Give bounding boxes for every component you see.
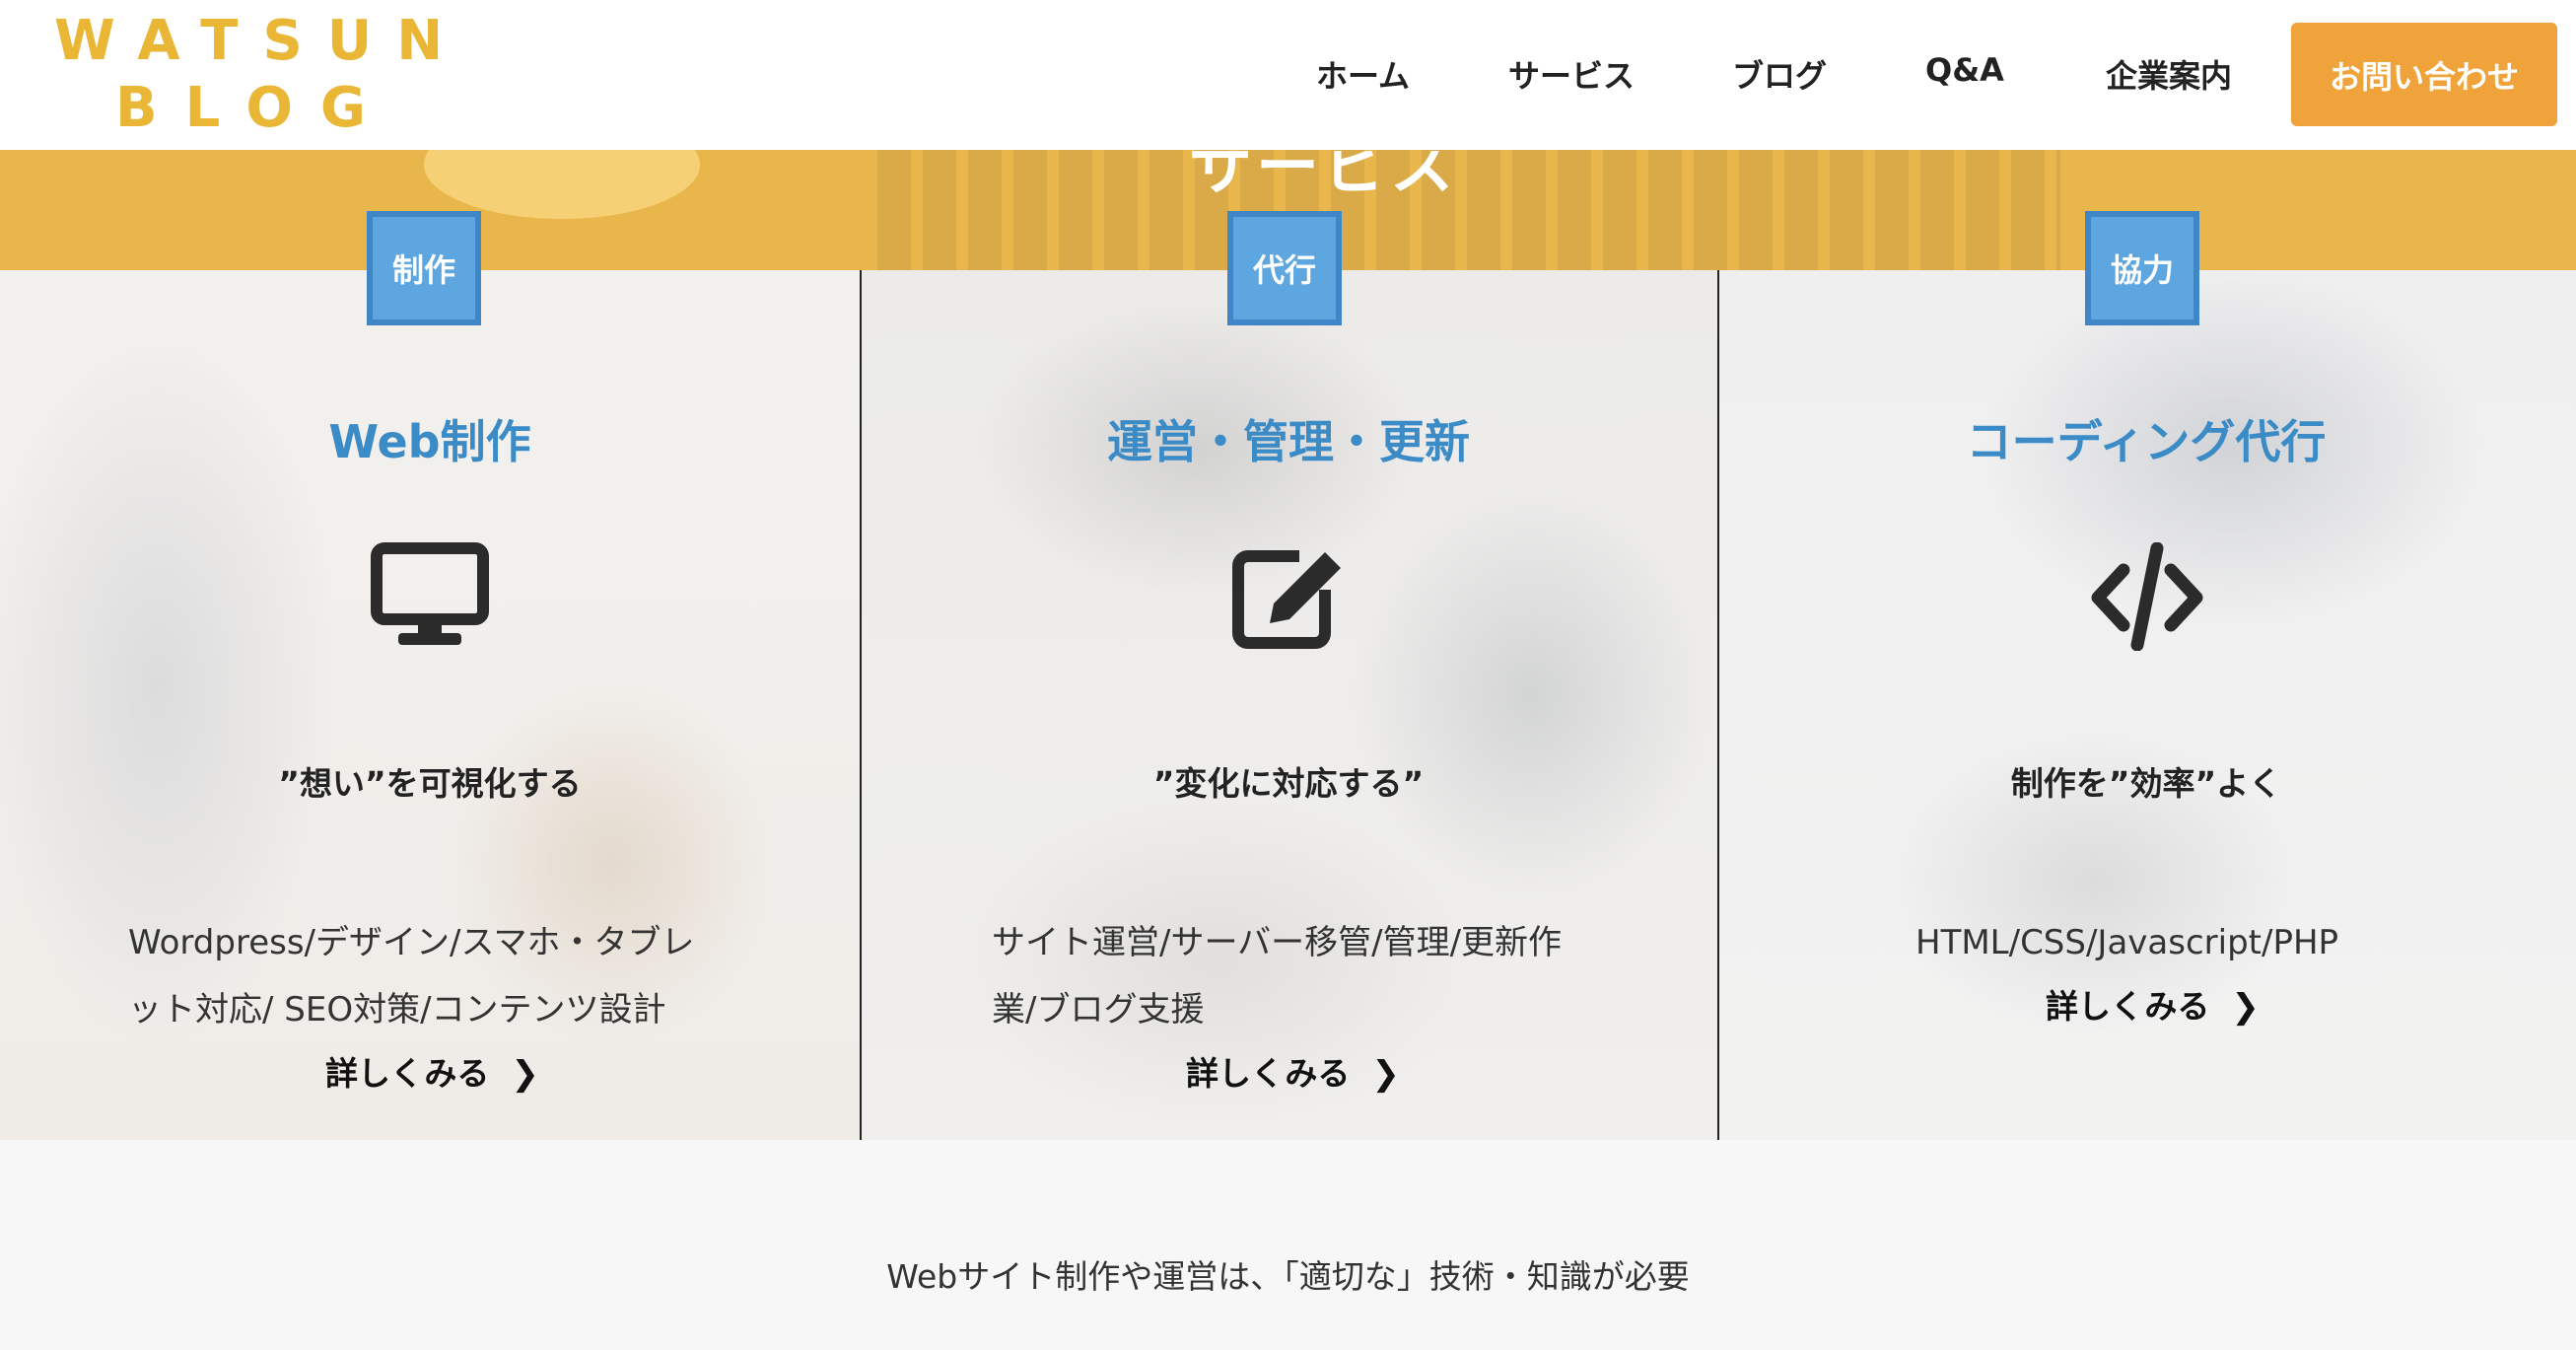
service-tagline-operation: ”変化に対応する” [1152,764,1425,803]
service-description-line: HTML/CSS/Javascript/PHP [1915,923,2339,962]
logo-line-2: BLOG [115,76,393,140]
logo-line-1: WATSUN [54,9,468,73]
nav-item-company[interactable]: 企業案内 [2106,51,2232,97]
site-header: WATSUN BLOG ホーム サービス ブログ Q&A 企業案内 お問い合わせ [0,0,2576,150]
read-more-link-coding[interactable]: 詳しくみる ❯ [2046,980,2260,1028]
hero-background-cup [424,150,700,219]
hero-background-keyboard [877,150,2060,270]
chevron-right-icon: ❯ [2231,987,2260,1027]
nav-item-blog[interactable]: ブログ [1732,51,1827,97]
edit-pencil-icon [1232,550,1341,649]
read-more-link-operation[interactable]: 詳しくみる ❯ [1186,1047,1400,1095]
site-logo[interactable]: WATSUN BLOG [54,14,467,136]
contact-button[interactable]: お問い合わせ [2291,23,2557,126]
service-badge-production: 制作 [367,211,481,325]
service-description-operation: サイト運営/サーバー移管/管理/更新作 業/ブログ支援 [992,909,1562,1043]
chevron-right-icon: ❯ [511,1054,539,1094]
column-divider [1717,270,1719,1140]
chevron-right-icon: ❯ [1371,1054,1400,1094]
service-title-web: Web制作 [328,415,531,468]
code-brackets-icon [2091,542,2203,651]
nav-item-home[interactable]: ホーム [1316,51,1410,97]
service-description-line: Wordpress/デザイン/スマホ・タブレ [128,923,695,962]
read-more-link-web[interactable]: 詳しくみる ❯ [325,1047,539,1095]
service-description-coding: HTML/CSS/Javascript/PHP [1915,909,2338,976]
nav-item-qa[interactable]: Q&A [1925,51,2004,89]
read-more-label: 詳しくみる [2046,987,2210,1026]
page: WATSUN BLOG ホーム サービス ブログ Q&A 企業案内 お問い合わせ… [0,0,2576,1350]
read-more-label: 詳しくみる [1186,1054,1351,1093]
service-title-operation: 運営・管理・更新 [1107,415,1470,468]
service-title-coding: コーディング代行 [1966,415,2327,468]
column-divider [860,270,862,1140]
service-tagline-web: ”想い”を可視化する [278,764,582,803]
desktop-monitor-icon [371,542,489,645]
nav-item-service[interactable]: サービス [1508,51,1635,97]
read-more-label: 詳しくみる [325,1054,490,1093]
service-description-line: サイト運営/サーバー移管/管理/更新作 [992,923,1563,962]
service-description-line: ット対応/ SEO対策/コンテンツ設計 [128,990,666,1030]
service-description-web: Wordpress/デザイン/スマホ・タブレ ット対応/ SEO対策/コンテンツ… [128,909,694,1043]
service-badge-agency: 代行 [1227,211,1342,325]
section-intro-text: Webサイト制作や運営は、「適切な」技術・知識が必要 [886,1257,1690,1296]
service-tagline-coding: 制作を”効率”よく [2010,764,2282,803]
service-badge-cooperation: 協力 [2085,211,2199,325]
service-description-line: 業/ブログ支援 [992,990,1205,1030]
